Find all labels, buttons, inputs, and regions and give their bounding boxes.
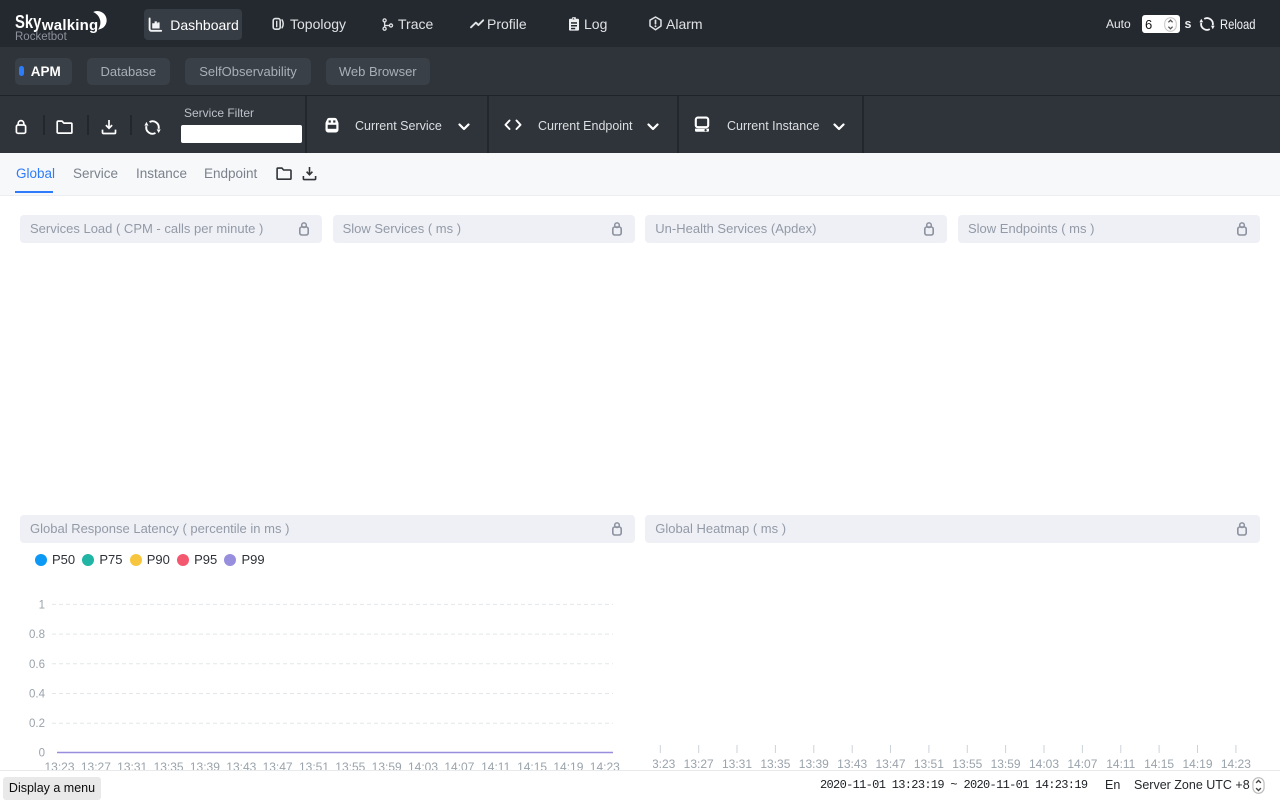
- svg-text:14:15: 14:15: [1144, 757, 1174, 771]
- svg-text:14:03: 14:03: [408, 760, 438, 774]
- svg-text:13:51: 13:51: [299, 760, 329, 774]
- svg-text:14:03: 14:03: [1029, 757, 1059, 771]
- svg-text:1: 1: [39, 599, 45, 611]
- svg-text:13:39: 13:39: [799, 757, 829, 771]
- svg-text:13:43: 13:43: [837, 757, 867, 771]
- svg-text:14:07: 14:07: [1067, 757, 1097, 771]
- svg-text:14:11: 14:11: [1106, 757, 1135, 771]
- svg-text:0.8: 0.8: [29, 629, 45, 641]
- svg-text:14:23: 14:23: [590, 760, 620, 774]
- svg-text:13:55: 13:55: [952, 757, 982, 771]
- svg-text:0.2: 0.2: [29, 718, 45, 730]
- svg-text:13:27: 13:27: [684, 757, 714, 771]
- svg-text:13:47: 13:47: [875, 757, 905, 771]
- svg-text:13:27: 13:27: [81, 760, 111, 774]
- svg-text:0: 0: [39, 748, 45, 760]
- svg-text:13:31: 13:31: [117, 760, 147, 774]
- svg-text:13:59: 13:59: [372, 760, 402, 774]
- svg-text:13:59: 13:59: [991, 757, 1021, 771]
- svg-text:14:11: 14:11: [481, 760, 510, 774]
- svg-text:13:55: 13:55: [335, 760, 365, 774]
- svg-text:13:39: 13:39: [190, 760, 220, 774]
- svg-text:13:35: 13:35: [760, 757, 790, 771]
- svg-text:14:23: 14:23: [1221, 757, 1251, 771]
- svg-text:13:23: 13:23: [653, 757, 676, 771]
- svg-text:13:35: 13:35: [154, 760, 184, 774]
- svg-text:13:51: 13:51: [914, 757, 944, 771]
- svg-text:14:07: 14:07: [444, 760, 474, 774]
- svg-text:13:23: 13:23: [44, 760, 74, 774]
- svg-text:0.4: 0.4: [29, 689, 46, 701]
- svg-text:14:15: 14:15: [517, 760, 547, 774]
- svg-text:13:43: 13:43: [226, 760, 256, 774]
- svg-text:0.6: 0.6: [29, 659, 45, 671]
- svg-text:14:19: 14:19: [1182, 757, 1212, 771]
- svg-text:13:31: 13:31: [722, 757, 752, 771]
- svg-text:14:19: 14:19: [553, 760, 583, 774]
- svg-text:13:47: 13:47: [263, 760, 293, 774]
